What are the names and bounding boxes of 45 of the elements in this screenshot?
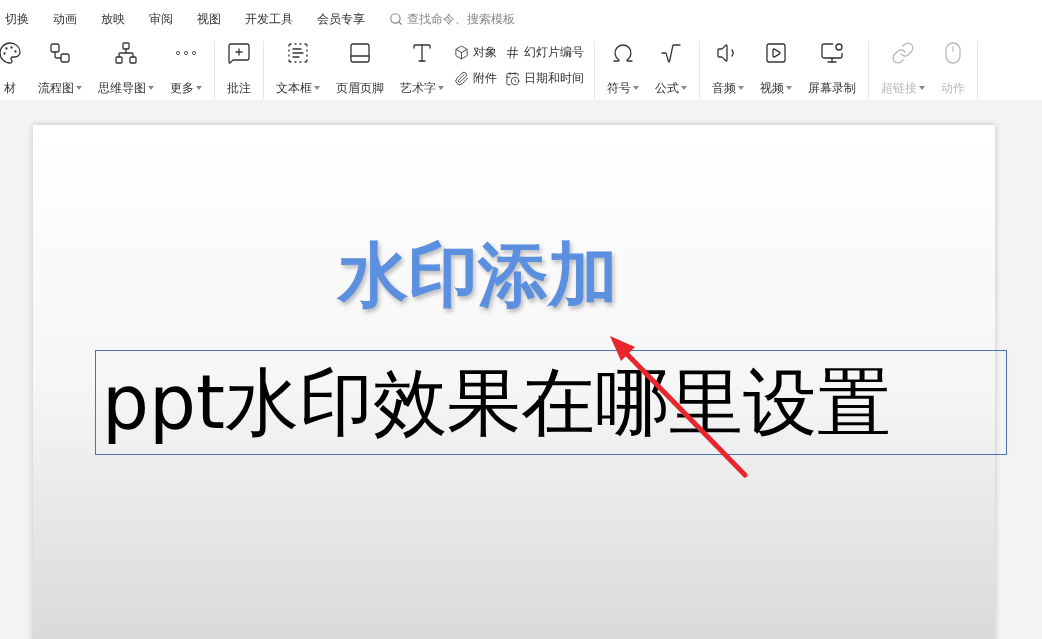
search-icon — [389, 12, 403, 26]
toolbar-button[interactable]: 流程图 — [32, 41, 88, 97]
toolbar-button[interactable]: 幻灯片编号 — [505, 41, 584, 63]
toolbar-button[interactable]: 屏幕录制 — [802, 41, 862, 97]
omega-icon — [611, 41, 635, 65]
cube-icon — [454, 44, 469, 60]
page-icon — [348, 41, 372, 65]
paperclip-icon — [454, 70, 469, 86]
flowchart-icon — [48, 41, 72, 65]
text-box[interactable]: ppt水印效果在哪里设置 — [95, 350, 1007, 455]
monitor-icon — [820, 41, 844, 65]
toolbar-button[interactable]: 艺术字 — [394, 41, 450, 97]
toolbar-button[interactable]: 音频 — [706, 41, 750, 97]
ribbon-tab[interactable]: 视图 — [197, 10, 221, 28]
letter-icon — [410, 41, 434, 65]
formula-icon — [659, 41, 683, 65]
toolbar-button[interactable]: 页眉页脚 — [330, 41, 390, 97]
toolbar-button[interactable]: 对象 — [454, 41, 497, 63]
toolbar-button[interactable]: 公式 — [649, 41, 693, 97]
ribbon-tab[interactable]: 开发工具 — [245, 10, 293, 28]
toolbar-button[interactable]: 批注 — [221, 41, 257, 97]
ribbon-tab[interactable]: 审阅 — [149, 10, 173, 28]
toolbar-button[interactable]: 文本框 — [270, 41, 326, 97]
toolbar-button[interactable]: 符号 — [601, 41, 645, 97]
mind-map-icon — [114, 41, 138, 65]
toolbar-button[interactable]: 材 — [0, 41, 28, 97]
hash-icon — [505, 44, 520, 60]
toolbar-button[interactable]: 视频 — [754, 41, 798, 97]
more-icon — [176, 51, 196, 55]
video-icon — [764, 41, 788, 65]
ribbon-tab[interactable]: 动画 — [53, 10, 77, 28]
search-field[interactable]: 查找命令、搜索模板 — [389, 10, 527, 28]
toolbar-button[interactable]: 更多 — [164, 41, 208, 97]
link-icon — [891, 41, 915, 65]
slide-title: 水印添加 — [338, 237, 618, 313]
ribbon-tab[interactable]: 放映 — [101, 10, 125, 28]
text-box-icon — [286, 41, 310, 65]
ribbon-tab[interactable]: 切换 — [5, 10, 29, 28]
toolbar-button[interactable]: 附件 — [454, 67, 497, 89]
toolbar-button[interactable]: 思维导图 — [92, 41, 160, 97]
toolbar-button[interactable]: 日期和时间 — [505, 67, 584, 89]
comment-icon — [227, 41, 251, 65]
palette-icon — [0, 41, 22, 65]
ribbon-tab[interactable]: 会员专享 — [317, 10, 365, 28]
calendar-icon — [505, 70, 520, 86]
